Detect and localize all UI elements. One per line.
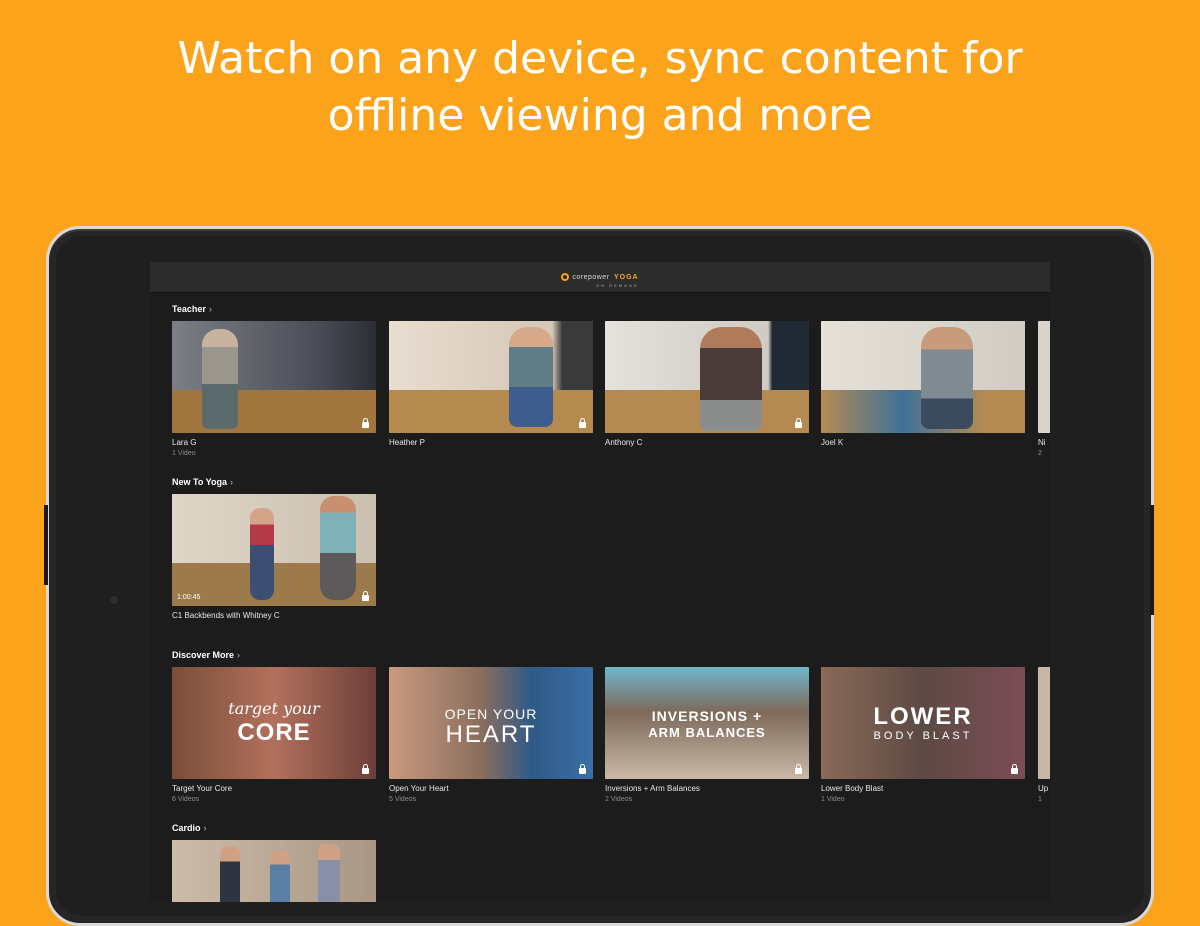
- lock-icon: [1011, 764, 1018, 774]
- lock-icon: [362, 764, 369, 774]
- section-title-new-to-yoga[interactable]: New To Yoga ›: [172, 477, 233, 487]
- video-duration: 1:00:45: [177, 594, 201, 601]
- lock-icon: [795, 764, 802, 774]
- chevron-right-icon: ›: [230, 477, 234, 487]
- chevron-right-icon: ›: [237, 650, 241, 660]
- card-title: Ni: [1038, 438, 1046, 447]
- thumbnail: [1038, 667, 1050, 779]
- app-logo[interactable]: corepower YOGA ON DEMAND: [561, 266, 638, 288]
- section-title-cardio[interactable]: Cardio ›: [172, 823, 207, 833]
- lock-icon: [579, 764, 586, 774]
- collection-overlay-line2: HEART: [445, 721, 537, 748]
- tablet-side-button: [44, 505, 48, 585]
- card-subtitle: 5 Videos: [389, 796, 417, 803]
- card-subtitle: 1 Video: [172, 450, 196, 457]
- card-title: Lara G: [172, 438, 197, 447]
- promo-headline-line2: offline viewing and more: [327, 90, 873, 141]
- logo-accent: YOGA: [614, 274, 639, 281]
- teacher-card[interactable]: Ni 2: [1038, 321, 1050, 457]
- collection-overlay-line1: OPEN YOUR: [444, 706, 538, 722]
- card-title: Joel K: [821, 438, 844, 447]
- collection-card[interactable]: LOWER BODY BLAST Lower Body Blast 1 Vide…: [821, 667, 1025, 803]
- logo-text: corepower: [572, 274, 610, 281]
- thumbnail: target your CORE: [172, 667, 376, 779]
- logo-mark-icon: [561, 273, 570, 281]
- app-screen: corepower YOGA ON DEMAND Teacher › Lara G…: [150, 262, 1050, 902]
- lock-icon: [362, 418, 369, 428]
- teacher-card[interactable]: Lara G 1 Video: [172, 321, 376, 457]
- lock-icon: [362, 591, 369, 601]
- card-subtitle: 2 Videos: [605, 796, 633, 803]
- card-title: Lower Body Blast: [821, 784, 884, 793]
- section-title-label: Teacher: [172, 304, 206, 314]
- collection-overlay-line2: BODY BLAST: [873, 730, 973, 742]
- thumbnail: [172, 840, 376, 902]
- card-title: Inversions + Arm Balances: [605, 784, 700, 793]
- section-title-label: New To Yoga: [172, 477, 228, 487]
- chevron-right-icon: ›: [208, 304, 212, 314]
- thumbnail: 1:00:45: [172, 494, 376, 606]
- card-title: Open Your Heart: [389, 784, 449, 793]
- card-title: Anthony C: [605, 438, 643, 447]
- section-title-discover-more[interactable]: Discover More ›: [172, 650, 240, 660]
- collection-overlay-line2: CORE: [237, 719, 311, 746]
- collection-card[interactable]: Up 1: [1038, 667, 1050, 803]
- camera-icon: [110, 596, 118, 604]
- section-title-label: Cardio: [172, 823, 201, 833]
- collection-overlay-line1: target your: [228, 699, 320, 718]
- thumbnail: [172, 321, 376, 433]
- teacher-card[interactable]: Heather P: [389, 321, 593, 447]
- thumbnail: [821, 321, 1025, 433]
- card-title: C1 Backbends with Whitney C: [172, 611, 280, 620]
- video-card[interactable]: 1:00:45 C1 Backbends with Whitney C: [172, 494, 376, 620]
- teacher-card[interactable]: Anthony C: [605, 321, 809, 447]
- chevron-right-icon: ›: [203, 823, 207, 833]
- card-subtitle: 2: [1038, 450, 1042, 457]
- collection-card[interactable]: INVERSIONS + ARM BALANCES Inversions + A…: [605, 667, 809, 803]
- card-title: Target Your Core: [172, 784, 233, 793]
- promo-headline-line1: Watch on any device, sync content for: [177, 33, 1023, 84]
- card-title: Heather P: [389, 438, 426, 447]
- video-card[interactable]: [172, 840, 376, 902]
- collection-card[interactable]: OPEN YOUR HEART Open Your Heart 5 Videos: [389, 667, 593, 803]
- section-title-teacher[interactable]: Teacher ›: [172, 304, 212, 314]
- app-header: corepower YOGA ON DEMAND: [150, 262, 1050, 293]
- thumbnail: [605, 321, 809, 433]
- thumbnail: INVERSIONS + ARM BALANCES: [605, 667, 809, 779]
- section-title-label: Discover More: [172, 650, 235, 660]
- thumbnail: LOWER BODY BLAST: [821, 667, 1025, 779]
- lock-icon: [795, 418, 802, 428]
- card-subtitle: 1: [1038, 796, 1042, 803]
- card-subtitle: 1 Video: [821, 796, 845, 803]
- collection-overlay-line1: LOWER: [873, 703, 973, 730]
- collection-overlay-line1: INVERSIONS +: [651, 708, 763, 724]
- teacher-card[interactable]: Joel K: [821, 321, 1025, 447]
- lock-icon: [579, 418, 586, 428]
- collection-card[interactable]: target your CORE Target Your Core 6 Vide…: [172, 667, 376, 803]
- logo-subtitle: ON DEMAND: [596, 283, 639, 288]
- thumbnail: [1038, 321, 1050, 433]
- thumbnail: OPEN YOUR HEART: [389, 667, 593, 779]
- thumbnail: [389, 321, 593, 433]
- card-subtitle: 6 Videos: [172, 796, 200, 803]
- tablet-side-button: [1150, 505, 1154, 615]
- promo-headline: Watch on any device, sync content for of…: [0, 30, 1200, 144]
- card-title: Up: [1038, 784, 1049, 793]
- collection-overlay-line2: ARM BALANCES: [648, 725, 766, 740]
